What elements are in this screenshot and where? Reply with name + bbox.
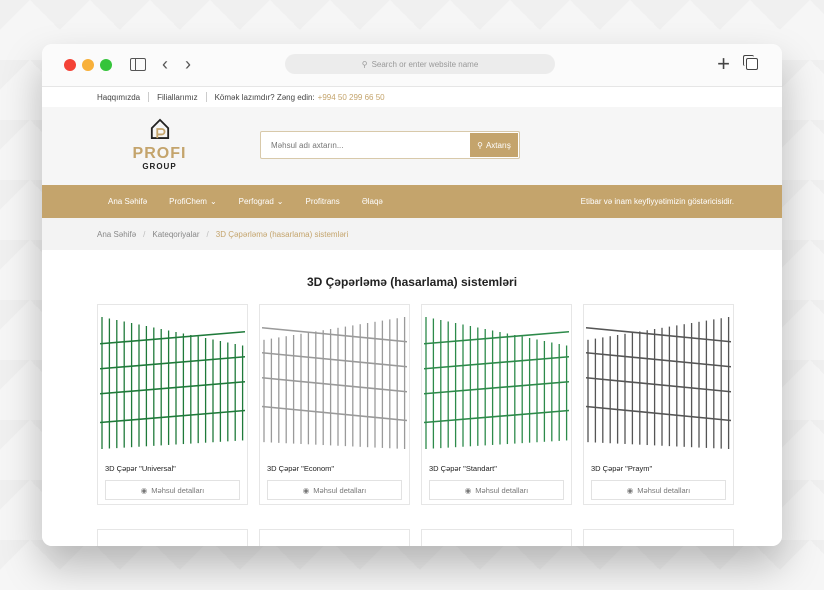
search-icon: ⚲ (361, 59, 368, 69)
search-button-label: Axtarış (485, 140, 511, 150)
product-details-button[interactable]: ◉ Məhsul detalları (429, 480, 564, 500)
menu-label: Perfograd (238, 197, 274, 206)
address-placeholder: Search or enter website name (371, 59, 479, 69)
main-menu: Ana Səhifə ProfiChem ⌄ Perfograd ⌄ Profitr… (42, 185, 782, 218)
site-header: PROFI GROUP ⚲ Axtarış (42, 107, 782, 185)
product-details-button[interactable]: ◉ Məhsul detalları (267, 480, 402, 500)
category-content: 3D Çəpərləmə (hasarlama) sistemləri 3D Ç… (42, 250, 782, 546)
chevron-down-icon: ⌄ (276, 197, 284, 206)
product-image[interactable] (262, 307, 407, 452)
page-title: 3D Çəpərləmə (hasarlama) sistemləri (306, 275, 518, 289)
eye-icon: ◉ (140, 485, 148, 495)
phone-link[interactable]: +994 50 299 66 50 (318, 93, 385, 102)
product-card[interactable]: 3D Çəpər "Econom" ◉ Məhsul detalları (259, 304, 410, 505)
product-card[interactable] (583, 529, 734, 546)
breadcrumb: Ana Səhifə / Kateqoriyalar / 3D Çəpərləm… (42, 218, 782, 250)
menu-label: Profitrans (305, 197, 340, 206)
new-tab-icon[interactable]: + (717, 51, 730, 77)
chevron-down-icon: ⌄ (209, 197, 217, 206)
close-window-button[interactable] (64, 59, 76, 71)
eye-icon: ◉ (464, 485, 472, 495)
product-card[interactable]: 3D Çəpər "Praym" ◉ Məhsul detalları (583, 304, 734, 505)
product-card[interactable]: 3D Çəpər "Standart" ◉ Məhsul detalları (421, 304, 572, 505)
breadcrumb-categories[interactable]: Kateqoriyalar (152, 230, 199, 239)
logo-text-group: GROUP (142, 162, 177, 171)
product-image[interactable] (586, 307, 731, 452)
menu-item-perfograd[interactable]: Perfograd ⌄ (239, 197, 284, 206)
sidebar-toggle-icon[interactable] (130, 58, 146, 71)
product-details-button[interactable]: ◉ Məhsul detalları (105, 480, 240, 500)
product-card[interactable] (259, 529, 410, 546)
menu-tagline: Etibar və inam keyfiyyətimizin göstərici… (580, 197, 734, 206)
back-icon[interactable]: ‹ (162, 54, 168, 75)
details-button-label: Məhsul detalları (151, 485, 205, 495)
product-card[interactable] (421, 529, 572, 546)
search-button[interactable]: ⚲ Axtarış (470, 133, 518, 157)
forward-icon[interactable]: › (185, 54, 191, 75)
address-bar[interactable]: ⚲ Search or enter website name (285, 54, 555, 74)
link-branches[interactable]: Filiallarımız (157, 93, 197, 102)
product-image[interactable] (424, 307, 569, 452)
eye-icon: ◉ (626, 485, 634, 495)
details-button-label: Məhsul detalları (313, 485, 367, 495)
logo-text-profi: PROFI (132, 145, 187, 162)
search-input[interactable] (269, 140, 463, 151)
product-image[interactable] (100, 307, 245, 452)
site-logo[interactable]: PROFI GROUP (132, 117, 187, 171)
maximize-window-button[interactable] (100, 59, 112, 71)
details-button-label: Məhsul detalları (637, 485, 691, 495)
menu-item-home[interactable]: Ana Səhifə (108, 197, 147, 206)
details-button-label: Məhsul detalları (475, 485, 529, 495)
menu-item-contact[interactable]: Əlaqə (362, 197, 383, 206)
menu-item-profitrans[interactable]: Profitrans (305, 197, 339, 206)
menu-item-profichem[interactable]: ProfiChem ⌄ (169, 197, 217, 206)
link-about[interactable]: Haqqımızda (97, 93, 140, 102)
minimize-window-button[interactable] (82, 59, 94, 71)
product-card[interactable]: 3D Çəpər "Universal" ◉ Məhsul detalları (97, 304, 248, 505)
menu-label: ProfiChem (169, 197, 207, 206)
top-info-bar: Haqqımızda Filiallarımız Kömək lazımdır?… (42, 87, 782, 107)
product-details-button[interactable]: ◉ Məhsul detalları (591, 480, 726, 500)
search-icon: ⚲ (477, 140, 483, 150)
menu-label: Əlaqə (361, 197, 383, 206)
browser-window: ‹ › ⚲ Search or enter website name + Haq… (42, 44, 782, 546)
tabs-overview-icon[interactable] (743, 55, 758, 70)
product-name[interactable]: 3D Çəpər "Universal" (105, 464, 176, 473)
product-search: ⚲ Axtarış (260, 131, 520, 159)
product-name[interactable]: 3D Çəpər "Econom" (267, 464, 334, 473)
menu-label: Ana Səhifə (108, 197, 148, 206)
house-logo-icon (150, 118, 169, 139)
browser-toolbar: ‹ › ⚲ Search or enter website name + (42, 44, 782, 87)
product-name[interactable]: 3D Çəpər "Praym" (591, 464, 652, 473)
product-card[interactable] (97, 529, 248, 546)
breadcrumb-home[interactable]: Ana Səhifə (97, 230, 136, 239)
eye-icon: ◉ (302, 485, 310, 495)
breadcrumb-current: 3D Çəpərləmə (hasarlama) sistemləri (215, 229, 349, 239)
product-name[interactable]: 3D Çəpər "Standart" (429, 464, 497, 473)
help-text: Kömək lazımdır? Zəng edin: (214, 92, 315, 102)
